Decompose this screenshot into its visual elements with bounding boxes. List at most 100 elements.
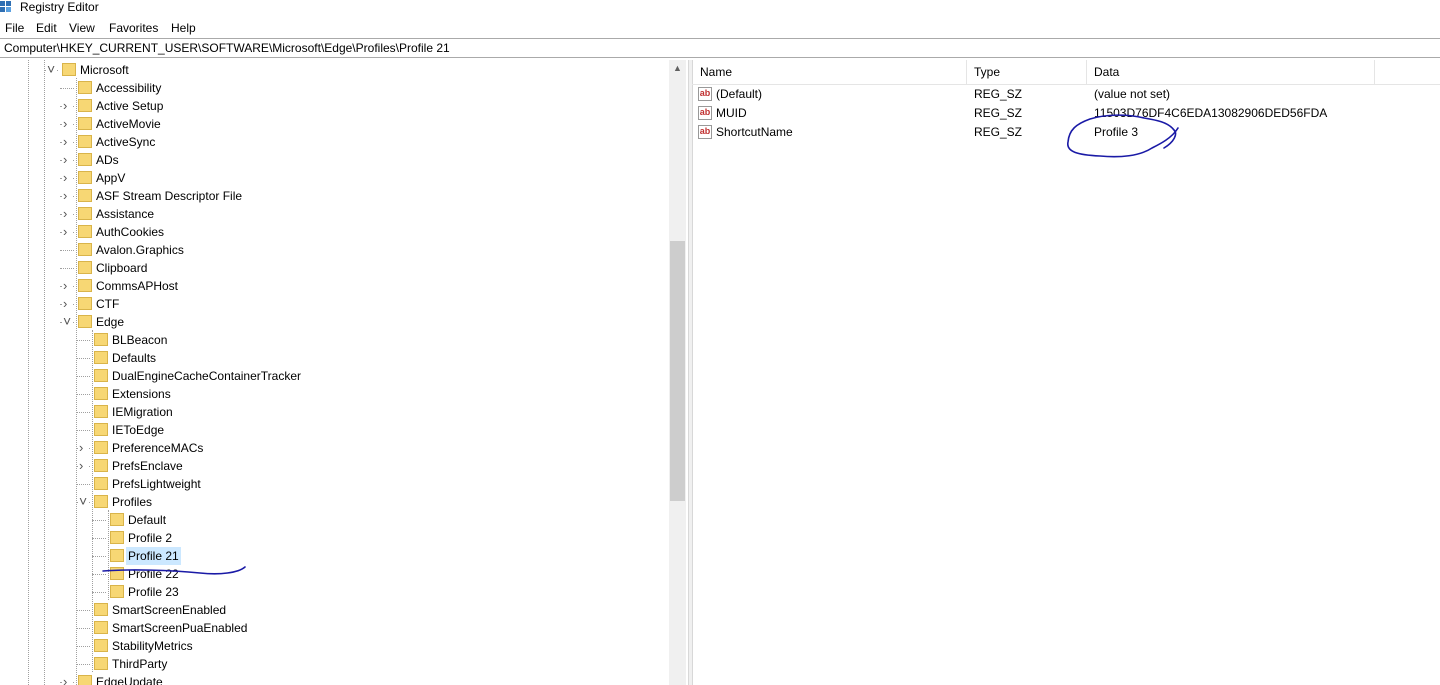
menu-view[interactable]: View <box>67 21 97 35</box>
tree-item-profile[interactable]: Profile 21 <box>0 547 668 565</box>
tree-item[interactable]: › ADs <box>0 151 668 169</box>
folder-icon <box>78 225 92 238</box>
folder-icon <box>94 621 108 634</box>
scroll-up-arrow-icon[interactable]: ▲ <box>669 60 686 77</box>
tree-item-label: BLBeacon <box>112 333 168 347</box>
tree-item-label: ThirdParty <box>112 657 168 671</box>
column-separator[interactable] <box>1374 60 1375 84</box>
tree-item[interactable]: IEToEdge <box>0 421 668 439</box>
tree-guide-line <box>60 250 74 251</box>
tree-item[interactable]: › CommsAPHost <box>0 277 668 295</box>
tree-item[interactable]: › PreferenceMACs <box>0 439 668 457</box>
chevron-down-icon[interactable]: ˅ <box>79 492 88 510</box>
tree-item[interactable]: › EdgeUpdate <box>0 673 668 685</box>
folder-icon <box>94 351 108 364</box>
tree-item[interactable]: BLBeacon <box>0 331 668 349</box>
value-row[interactable]: ab ShortcutName REG_SZ Profile 3 <box>692 123 1440 142</box>
menu-edit[interactable]: Edit <box>34 21 59 35</box>
tree-item-profile[interactable]: Profile 22 <box>0 565 668 583</box>
column-data[interactable]: Data <box>1094 65 1119 79</box>
tree-item[interactable]: › CTF <box>0 295 668 313</box>
tree-guide-line <box>76 376 90 377</box>
menu-help[interactable]: Help <box>169 21 198 35</box>
column-separator[interactable] <box>966 60 967 84</box>
tree-item[interactable]: › ActiveMovie <box>0 115 668 133</box>
list-header: Name Type Data <box>692 60 1440 85</box>
folder-icon <box>78 189 92 202</box>
scroll-thumb[interactable] <box>670 241 685 501</box>
value-row[interactable]: ab MUID REG_SZ 11503D76DF4C6EDA13082906D… <box>692 104 1440 123</box>
menu-favorites[interactable]: Favorites <box>107 21 160 35</box>
tree-scrollbar[interactable]: ▲ <box>669 60 686 685</box>
tree-item-label: Profiles <box>112 495 153 509</box>
column-type[interactable]: Type <box>974 65 1000 79</box>
tree-item[interactable]: › Active Setup <box>0 97 668 115</box>
tree-guide-line <box>92 574 106 575</box>
tree-item[interactable]: IEMigration <box>0 403 668 421</box>
tree-item[interactable]: SmartScreenEnabled <box>0 601 668 619</box>
tree-item[interactable]: Defaults <box>0 349 668 367</box>
chevron-right-icon[interactable]: › <box>63 673 72 685</box>
tree-item[interactable]: Accessibility <box>0 79 668 97</box>
tree-item[interactable]: ThirdParty <box>0 655 668 673</box>
chevron-right-icon[interactable]: › <box>63 115 72 133</box>
chevron-right-icon[interactable]: › <box>63 169 72 187</box>
key-tree[interactable]: ˅ Microsoft Accessibility › Active Setup › Act… <box>0 60 686 685</box>
folder-icon <box>78 243 92 256</box>
title-bar: Registry Editor <box>0 0 1440 16</box>
tree-item-edge[interactable]: ˅ Edge <box>0 312 668 331</box>
chevron-right-icon[interactable]: › <box>63 97 72 115</box>
folder-icon <box>94 405 108 418</box>
tree-item-profile[interactable]: Profile 23 <box>0 583 668 601</box>
tree-item[interactable]: › PrefsEnclave <box>0 457 668 475</box>
folder-icon <box>78 117 92 130</box>
column-separator[interactable] <box>1086 60 1087 84</box>
tree-item-label: Active Setup <box>96 99 164 113</box>
tree-guide-line <box>76 664 90 665</box>
tree-guide-line <box>76 340 90 341</box>
address-path[interactable]: Computer\HKEY_CURRENT_USER\SOFTWARE\Micr… <box>4 41 450 55</box>
tree-item[interactable]: StabilityMetrics <box>0 637 668 655</box>
tree-item-label: Profile 2 <box>128 531 173 545</box>
tree-item-profile[interactable]: Default <box>0 511 668 529</box>
tree-item-profiles[interactable]: ˅ Profiles <box>0 492 668 511</box>
chevron-right-icon[interactable]: › <box>63 205 72 223</box>
tree-item-label: Default <box>128 513 167 527</box>
tree-item[interactable]: PrefsLightweight <box>0 475 668 493</box>
folder-icon <box>78 315 92 328</box>
chevron-down-icon[interactable]: ˅ <box>63 312 72 330</box>
tree-item-profile[interactable]: Profile 2 <box>0 529 668 547</box>
tree-item[interactable]: › ASF Stream Descriptor File <box>0 187 668 205</box>
chevron-right-icon[interactable]: › <box>63 223 72 241</box>
chevron-right-icon[interactable]: › <box>63 277 72 295</box>
value-type: REG_SZ <box>974 106 1023 120</box>
chevron-right-icon[interactable]: › <box>63 133 72 151</box>
menu-file[interactable]: File <box>3 21 26 35</box>
tree-item[interactable]: Extensions <box>0 385 668 403</box>
column-name[interactable]: Name <box>700 65 732 79</box>
tree-guide-line <box>76 646 90 647</box>
tree-item[interactable]: SmartScreenPuaEnabled <box>0 619 668 637</box>
string-value-icon: ab <box>698 125 712 139</box>
tree-guide-line <box>76 628 90 629</box>
tree-guide-line <box>76 358 90 359</box>
menu-bar: File Edit View Favorites Help <box>0 18 1440 38</box>
chevron-right-icon[interactable]: › <box>63 187 72 205</box>
tree-item[interactable]: › AppV <box>0 169 668 187</box>
value-row[interactable]: ab (Default) REG_SZ (value not set) <box>692 85 1440 104</box>
tree-item[interactable]: › AuthCookies <box>0 223 668 241</box>
chevron-right-icon[interactable]: › <box>63 295 72 313</box>
chevron-right-icon[interactable]: › <box>63 151 72 169</box>
tree-item[interactable]: DualEngineCacheContainerTracker <box>0 367 668 385</box>
tree-item-microsoft[interactable]: ˅ Microsoft <box>0 60 668 79</box>
tree-item[interactable]: › Assistance <box>0 205 668 223</box>
chevron-right-icon[interactable]: › <box>79 439 88 457</box>
folder-icon <box>94 639 108 652</box>
chevron-down-icon[interactable]: ˅ <box>47 60 56 78</box>
chevron-right-icon[interactable]: › <box>79 457 88 475</box>
address-bar[interactable]: Computer\HKEY_CURRENT_USER\SOFTWARE\Micr… <box>0 38 1440 58</box>
tree-item[interactable]: › ActiveSync <box>0 133 668 151</box>
folder-icon <box>110 585 124 598</box>
tree-item[interactable]: Clipboard <box>0 259 668 277</box>
tree-item[interactable]: Avalon.Graphics <box>0 241 668 259</box>
